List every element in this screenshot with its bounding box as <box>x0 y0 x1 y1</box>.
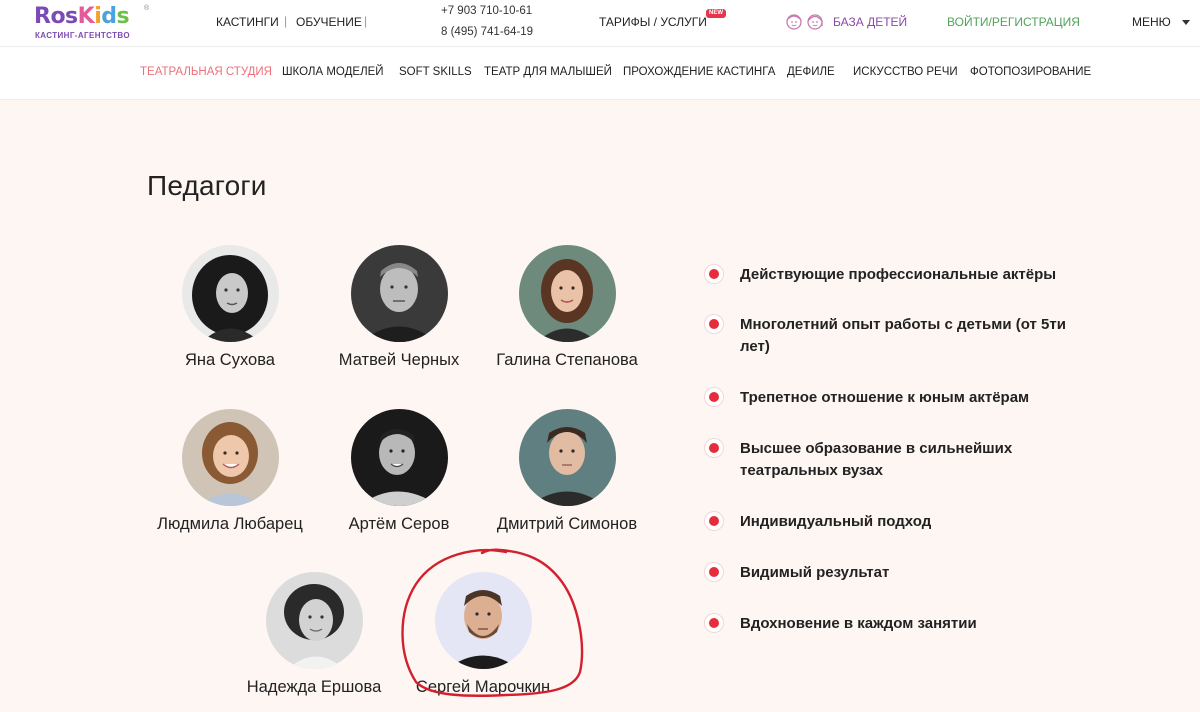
subnav-photo-posing[interactable]: ФОТОПОЗИРОВАНИЕ <box>970 66 1091 78</box>
red-bullet-icon <box>705 439 723 457</box>
feature-text: Вдохновение в каждом занятии <box>740 615 977 632</box>
feature-text: Многолетний опыт работы с детьми (от 5ти… <box>740 316 1066 355</box>
teacher-photo[interactable] <box>350 245 448 342</box>
chevron-down-icon[interactable] <box>1182 20 1190 25</box>
registered-mark: ® <box>144 5 150 12</box>
teacher-photo[interactable] <box>181 409 279 506</box>
subnav-theatre-studio[interactable]: ТЕАТРАЛЬНАЯ СТУДИЯ <box>140 66 272 78</box>
feature-item: Индивидуальный подход <box>705 511 1065 533</box>
teacher-card[interactable]: Сергей Марочкин <box>393 572 573 697</box>
teacher-name: Артём Серов <box>348 515 450 533</box>
top-header: RosKids ® КАСТИНГ-АГЕНТСТВО КАСТИНГИ | О… <box>0 0 1200 46</box>
subnav-casting-passing[interactable]: ПРОХОЖДЕНИЕ КАСТИНГА <box>623 66 775 78</box>
teacher-photo[interactable] <box>265 572 363 669</box>
nav-tariffs[interactable]: ТАРИФЫ / УСЛУГИ <box>599 15 707 29</box>
red-bullet-icon <box>705 614 723 632</box>
nav-separator: | <box>284 14 288 28</box>
teacher-card[interactable]: Галина Степанова <box>477 245 657 370</box>
red-bullet-icon <box>705 512 723 530</box>
subnav-speech-art[interactable]: ИСКУССТВО РЕЧИ <box>853 66 958 78</box>
feature-text: Действующие профессиональные актёры <box>740 266 1057 283</box>
teacher-name: Сергей Марочкин <box>415 678 551 696</box>
teacher-card[interactable]: Дмитрий Симонов <box>477 409 657 534</box>
login-register-link[interactable]: ВОЙТИ/РЕГИСТРАЦИЯ <box>947 15 1080 29</box>
subnav-model-school[interactable]: ШКОЛА МОДЕЛЕЙ <box>282 66 384 78</box>
new-badge: NEW <box>706 9 726 18</box>
feature-text: Индивидуальный подход <box>740 513 932 530</box>
feature-text: Высшее образование в сильнейших театраль… <box>740 440 1013 479</box>
course-nav: ТЕАТРАЛЬНАЯ СТУДИЯ ШКОЛА МОДЕЛЕЙ SOFT SK… <box>0 46 1200 100</box>
teachers-title: Педагоги <box>147 170 267 201</box>
red-bullet-icon <box>705 315 723 333</box>
teacher-photo[interactable] <box>518 245 616 342</box>
feature-item: Высшее образование в сильнейших театраль… <box>705 438 1065 482</box>
teacher-photo[interactable] <box>434 572 532 669</box>
subnav-catwalk[interactable]: ДЕФИЛЕ <box>787 66 835 78</box>
teacher-name: Людмила Любарец <box>157 515 303 533</box>
nav-separator: | <box>364 14 368 28</box>
logo-subtitle: КАСТИНГ-АГЕНТСТВО <box>35 31 131 40</box>
teacher-card[interactable]: Матвей Черных <box>309 245 489 370</box>
teacher-card[interactable]: Надежда Ершова <box>224 572 404 697</box>
nav-education[interactable]: ОБУЧЕНИЕ <box>296 15 362 29</box>
feature-item: Действующие профессиональные актёры <box>705 264 1065 286</box>
teacher-card[interactable]: Артём Серов <box>309 409 489 534</box>
menu-button[interactable]: МЕНЮ <box>1132 15 1171 29</box>
subnav-kids-theatre[interactable]: ТЕАТР ДЛЯ МАЛЫШЕЙ <box>484 66 612 78</box>
feature-item: Вдохновение в каждом занятии <box>705 613 1065 635</box>
kids-faces-icon <box>785 12 827 32</box>
red-bullet-icon <box>705 563 723 581</box>
teacher-name: Матвей Черных <box>338 351 460 369</box>
feature-text: Трепетное отношение к юным актёрам <box>740 389 1030 406</box>
feature-item: Видимый результат <box>705 562 1065 584</box>
teacher-photo[interactable] <box>518 409 616 506</box>
nav-castings[interactable]: КАСТИНГИ <box>216 15 279 29</box>
roskids-logo[interactable]: RosKids ® КАСТИНГ-АГЕНТСТВО <box>34 5 154 43</box>
teacher-name: Надежда Ершова <box>246 678 382 696</box>
teacher-card[interactable]: Яна Сухова <box>140 245 320 370</box>
red-bullet-icon <box>705 388 723 406</box>
teacher-photo[interactable] <box>181 245 279 342</box>
teacher-name: Яна Сухова <box>185 351 275 369</box>
phone-mobile[interactable]: +7 903 710-10-61 <box>441 5 532 17</box>
red-bullet-icon <box>705 265 723 283</box>
logo-wordmark: RosKids <box>34 4 130 29</box>
phone-landline[interactable]: 8 (495) 741-64-19 <box>441 26 533 38</box>
feature-text: Видимый результат <box>740 564 890 581</box>
subnav-soft-skills[interactable]: SOFT SKILLS <box>399 66 472 78</box>
kids-base-link[interactable]: БАЗА ДЕТЕЙ <box>833 15 907 29</box>
teacher-name: Дмитрий Симонов <box>496 515 638 533</box>
teacher-name: Галина Степанова <box>496 351 638 369</box>
feature-item: Многолетний опыт работы с детьми (от 5ти… <box>705 314 1066 358</box>
teacher-photo[interactable] <box>350 409 448 506</box>
teacher-card[interactable]: Людмила Любарец <box>140 409 320 534</box>
feature-item: Трепетное отношение к юным актёрам <box>705 387 1065 409</box>
